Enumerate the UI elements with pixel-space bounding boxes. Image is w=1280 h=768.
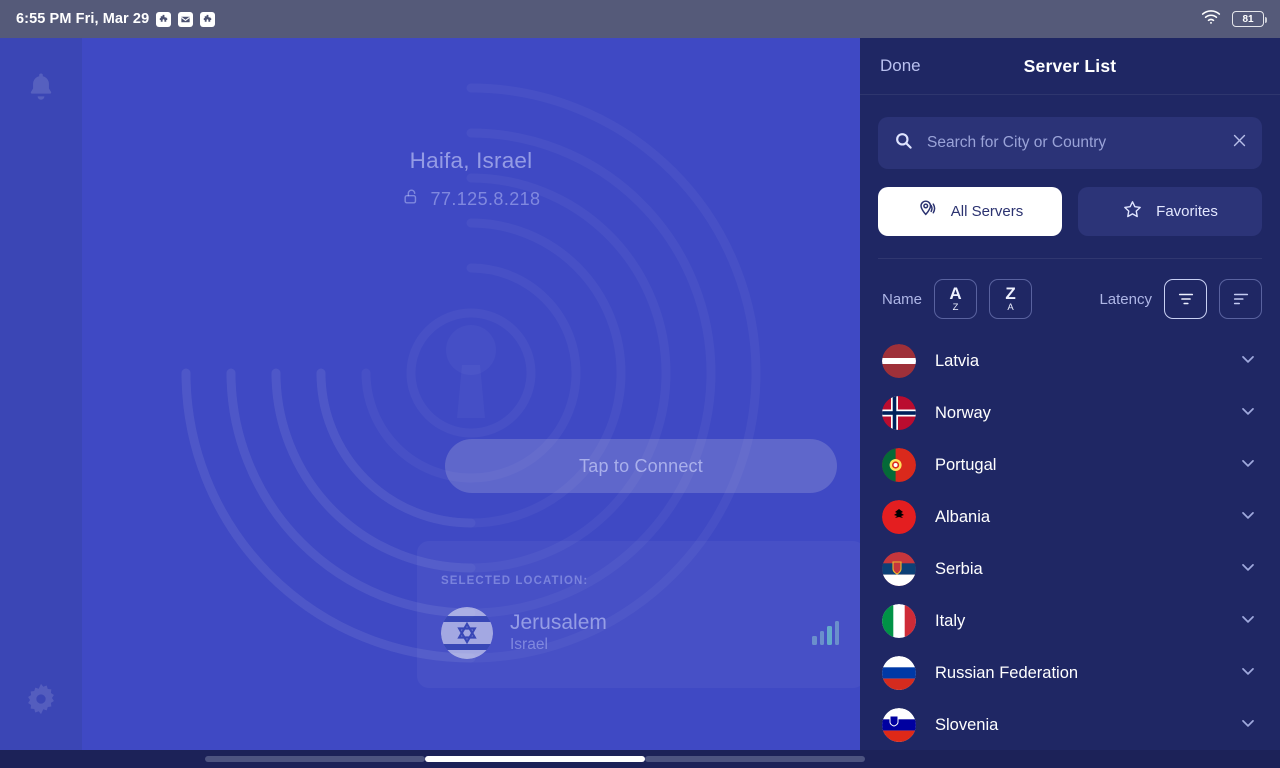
panel-title: Server List — [1023, 55, 1117, 76]
russia-flag-icon — [882, 656, 916, 690]
home-indicator-right — [645, 756, 865, 762]
sort-z-a-top: Z — [1005, 284, 1016, 304]
chevron-down-icon[interactable] — [1238, 401, 1258, 426]
server-filter-tabs: All Servers Favorites — [878, 187, 1262, 236]
country-name: Italy — [935, 611, 966, 630]
country-list[interactable]: Latvia Norway Portugal Albania Serbia Italy Ru… — [860, 335, 1280, 750]
country-row[interactable]: Latvia — [860, 335, 1280, 387]
country-name: Russian Federation — [935, 663, 1079, 682]
connect-button[interactable]: Tap to Connect — [445, 439, 837, 493]
home-indicator[interactable] — [425, 756, 645, 762]
ip-row: 77.125.8.218 — [82, 187, 860, 211]
country-row[interactable]: Albania — [860, 491, 1280, 543]
country-row[interactable]: Slovenia — [860, 699, 1280, 750]
country-name: Slovenia — [935, 715, 999, 734]
chevron-down-icon[interactable] — [1238, 505, 1258, 530]
chevron-down-icon[interactable] — [1238, 453, 1258, 478]
clock: 6:55 PM Fri, Mar 29 — [16, 11, 150, 27]
status-bar-left: 6:55 PM Fri, Mar 29 — [16, 11, 216, 27]
country-row[interactable]: Russian Federation — [860, 647, 1280, 699]
selected-location-card[interactable]: SELECTED LOCATION: Jerusalem Israel — [417, 541, 860, 688]
italy-flag-icon — [882, 604, 916, 638]
status-bar: 6:55 PM Fri, Mar 29 81 — [0, 0, 1280, 38]
chevron-down-icon[interactable] — [1238, 557, 1258, 582]
country-name: Serbia — [935, 559, 983, 578]
ip-address: 77.125.8.218 — [430, 188, 541, 209]
chevron-down-icon[interactable] — [1238, 713, 1258, 738]
chevron-down-icon[interactable] — [1238, 661, 1258, 686]
map-pin-icon — [917, 199, 938, 224]
tab-favorites[interactable]: Favorites — [1078, 187, 1262, 236]
unlock-icon — [402, 187, 421, 211]
sort-a-z-icon[interactable]: A Z — [934, 279, 978, 319]
country-name: Norway — [935, 403, 991, 422]
country-name: Albania — [935, 507, 991, 526]
sort-a-z-bottom: Z — [952, 301, 959, 313]
country-name: Latvia — [935, 351, 980, 370]
chevron-down-icon[interactable] — [1238, 349, 1258, 374]
search-zone: All Servers Favorites — [860, 95, 1280, 259]
puzzle-icon[interactable] — [156, 11, 172, 27]
latvia-flag-icon — [882, 344, 916, 378]
portugal-flag-icon — [882, 448, 916, 482]
selected-location-label: SELECTED LOCATION: — [441, 575, 589, 587]
sort-controls: Name A Z Z A Latency — [860, 259, 1280, 319]
tab-all-servers-label: All Servers — [950, 203, 1024, 220]
tab-favorites-label: Favorites — [1156, 203, 1218, 220]
sort-latency-label: Latency — [1099, 290, 1152, 308]
mail-icon[interactable] — [178, 11, 194, 27]
chevron-down-icon[interactable] — [1238, 609, 1258, 634]
sort-z-a-bottom: A — [1007, 301, 1014, 313]
selected-city: Jerusalem — [510, 611, 607, 635]
vpn-status-header: Haifa, Israel 77.125.8.218 — [82, 148, 860, 211]
star-icon — [1122, 199, 1143, 224]
sort-z-a-icon[interactable]: Z A — [989, 279, 1033, 319]
current-location: Haifa, Israel — [409, 148, 533, 173]
country-row[interactable]: Serbia — [860, 543, 1280, 595]
country-row[interactable]: Portugal — [860, 439, 1280, 491]
done-button[interactable]: Done — [880, 56, 921, 76]
search-box[interactable] — [878, 117, 1262, 169]
search-input[interactable] — [927, 134, 1217, 152]
sort-ascending-icon[interactable] — [1164, 279, 1207, 319]
search-icon — [894, 131, 913, 155]
israel-flag-icon — [441, 607, 493, 659]
selected-location-names: Jerusalem Israel — [510, 611, 607, 655]
signal-bars-icon — [812, 621, 839, 645]
country-row[interactable]: Norway — [860, 387, 1280, 439]
selected-location-row: Jerusalem Israel — [441, 607, 839, 659]
sort-descending-icon[interactable] — [1219, 279, 1262, 319]
battery-level: 81 — [1242, 13, 1254, 25]
server-list-panel: Done Server List Search for City or Coun… — [860, 38, 1280, 750]
sort-name-label: Name — [882, 290, 923, 308]
settings-button[interactable] — [0, 670, 82, 732]
vpn-main-panel: Haifa, Israel 77.125.8.218 Tap to Connec… — [82, 38, 860, 750]
gear-icon — [23, 681, 59, 722]
notifications-button[interactable] — [0, 58, 82, 120]
serbia-flag-icon — [882, 552, 916, 586]
wifi-icon — [1201, 9, 1221, 30]
close-icon[interactable] — [1231, 132, 1248, 154]
sort-a-z-top: A — [949, 284, 962, 304]
albania-flag-icon — [882, 500, 916, 534]
country-name: Portugal — [935, 455, 997, 474]
home-indicator-bar — [0, 750, 1280, 768]
home-indicator-left — [205, 756, 425, 762]
puzzle-icon[interactable] — [200, 11, 216, 27]
selected-country: Israel — [510, 635, 548, 653]
battery-indicator: 81 — [1232, 11, 1267, 27]
status-bar-right: 81 — [1201, 9, 1267, 30]
country-row[interactable]: Italy — [860, 595, 1280, 647]
left-rail — [0, 38, 82, 750]
tab-all-servers[interactable]: All Servers — [878, 187, 1062, 236]
bell-icon — [24, 70, 58, 109]
slovenia-flag-icon — [882, 708, 916, 742]
norway-flag-icon — [882, 396, 916, 430]
server-panel-header: Done Server List — [860, 38, 1280, 95]
